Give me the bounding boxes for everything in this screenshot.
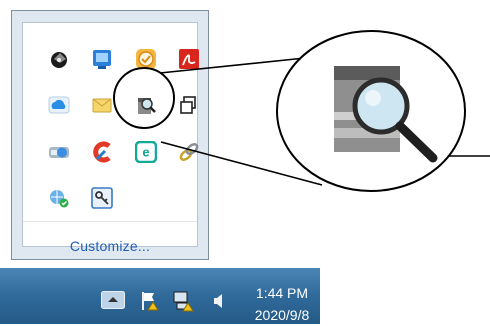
connector-line-top bbox=[159, 57, 306, 74]
zoom-callout bbox=[113, 30, 490, 192]
highlight-circle bbox=[113, 67, 175, 129]
